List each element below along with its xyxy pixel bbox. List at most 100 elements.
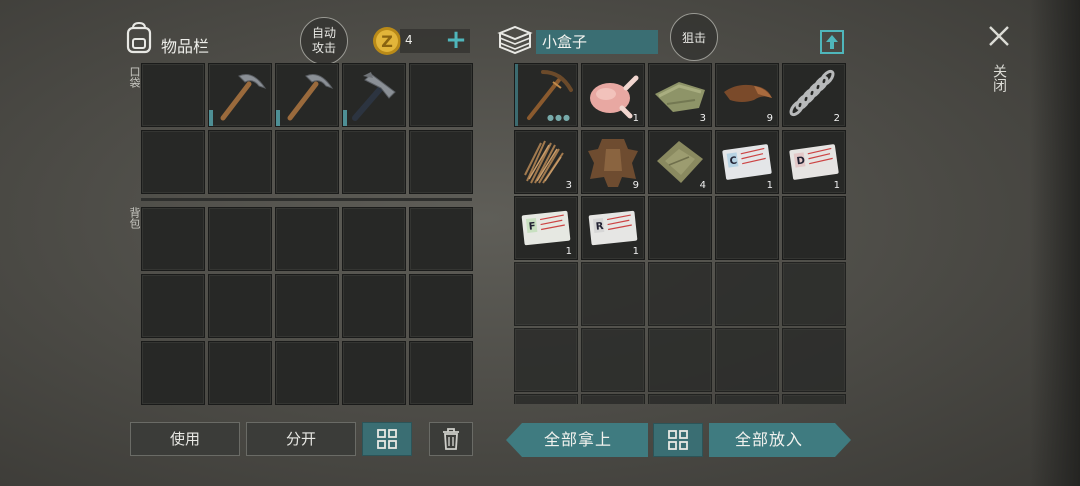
pocket-slot[interactable] (141, 63, 205, 127)
backpack-slot[interactable] (208, 207, 272, 271)
container-name: 小盒子 (536, 30, 658, 54)
container-slot[interactable] (715, 394, 779, 404)
container-slot[interactable] (782, 394, 846, 404)
backpack-slot[interactable] (409, 207, 473, 271)
section-divider (141, 198, 472, 201)
pocket-slot[interactable] (141, 130, 205, 194)
pocket-slot[interactable] (208, 63, 272, 127)
container-slot[interactable] (782, 328, 846, 392)
container-slot[interactable]: 3 (648, 63, 712, 127)
backpack-slot[interactable] (275, 341, 339, 405)
container-slot[interactable] (715, 196, 779, 260)
close-label[interactable]: 关闭 (989, 64, 1009, 92)
item-count: 1 (632, 113, 639, 124)
backpack-slot[interactable] (208, 341, 272, 405)
put-all-label: 全部放入 (735, 430, 804, 449)
pickaxe-icon (287, 74, 334, 121)
trash-button[interactable] (429, 422, 473, 456)
backpack-slot[interactable] (342, 341, 406, 405)
pocket-slot[interactable] (409, 130, 473, 194)
pocket-slot[interactable] (275, 63, 339, 127)
snipe-button[interactable]: 狙击 (670, 13, 718, 61)
container-slot[interactable] (715, 262, 779, 326)
pocket-label: 口袋 (128, 66, 141, 88)
grid-icon (668, 430, 688, 450)
item-count: 3 (565, 180, 572, 191)
pocket-slot[interactable] (409, 63, 473, 127)
container-slot[interactable]: 9 (715, 63, 779, 127)
container-slot[interactable] (782, 196, 846, 260)
item-count: 1 (565, 246, 572, 257)
item-count: 1 (833, 180, 840, 191)
auto-attack-label: 自动 攻击 (311, 26, 336, 55)
hammer-icon (352, 72, 396, 121)
container-slot[interactable] (715, 328, 779, 392)
container-slot[interactable] (581, 262, 645, 326)
container-slot[interactable] (514, 262, 578, 326)
backpack-slot[interactable] (342, 207, 406, 271)
container-slot[interactable]: 1 (581, 63, 645, 127)
use-button[interactable]: 使用 (130, 422, 240, 456)
grid-icon (377, 429, 397, 449)
backpack-slot[interactable] (275, 207, 339, 271)
item-count: 4 (699, 180, 706, 191)
add-coins-button[interactable]: + (445, 26, 467, 54)
item-count: 9 (632, 180, 639, 191)
trash-icon (443, 428, 459, 450)
container-slot[interactable]: F 1 (514, 196, 578, 260)
container-slot[interactable] (648, 394, 712, 404)
container-scroll-clip (514, 394, 846, 404)
take-all-button[interactable]: 全部拿上 (506, 423, 648, 457)
backpack-slot[interactable] (141, 207, 205, 271)
sort-button[interactable] (362, 422, 412, 456)
svg-text:F: F (528, 221, 536, 233)
container-slot[interactable] (581, 328, 645, 392)
backpack-slot[interactable] (275, 274, 339, 338)
pocket-slot[interactable] (208, 130, 272, 194)
backpack-slot[interactable] (141, 274, 205, 338)
container-slot[interactable]: 9 (581, 130, 645, 194)
container-slot[interactable]: 2 (782, 63, 846, 127)
container-slot[interactable] (648, 328, 712, 392)
pocket-slot[interactable] (275, 130, 339, 194)
container-slot[interactable] (648, 262, 712, 326)
backpack-slot[interactable] (409, 341, 473, 405)
container-slot[interactable]: C 1 (715, 130, 779, 194)
backpack-slot[interactable] (208, 274, 272, 338)
svg-text:C: C (729, 155, 738, 167)
item-count: 1 (632, 246, 639, 257)
container-slot[interactable]: ●●● (514, 63, 578, 127)
upload-icon[interactable] (818, 28, 846, 56)
item-count: 1 (766, 180, 773, 191)
put-all-button[interactable]: 全部放入 (709, 423, 851, 457)
backpack-label: 背包 (128, 207, 141, 229)
backpack-slot[interactable] (409, 274, 473, 338)
container-slot[interactable]: D 1 (782, 130, 846, 194)
container-slot[interactable]: R 1 (581, 196, 645, 260)
split-button[interactable]: 分开 (246, 422, 356, 456)
item-count: 2 (833, 113, 840, 124)
container-slot[interactable]: 3 (514, 130, 578, 194)
snipe-label: 狙击 (681, 30, 706, 45)
inventory-title: 物品栏 (161, 37, 210, 56)
pocket-slot[interactable] (342, 63, 406, 127)
container-slot[interactable] (782, 262, 846, 326)
container-sort-button[interactable] (653, 423, 703, 457)
container-slot[interactable] (581, 394, 645, 404)
take-all-label: 全部拿上 (544, 430, 613, 449)
container-slot[interactable] (514, 394, 578, 404)
container-slot[interactable] (514, 328, 578, 392)
box-icon (497, 24, 533, 56)
svg-text:R: R (595, 221, 604, 233)
durability-dots: ●●● (547, 113, 571, 122)
auto-attack-button[interactable]: 自动 攻击 (300, 17, 348, 65)
close-icon[interactable] (987, 24, 1011, 48)
pocket-slot[interactable] (342, 130, 406, 194)
container-slot[interactable] (648, 196, 712, 260)
backpack-slot[interactable] (342, 274, 406, 338)
coin-icon: Z (372, 26, 402, 56)
item-count: 9 (766, 113, 773, 124)
item-count: 3 (699, 113, 706, 124)
backpack-slot[interactable] (141, 341, 205, 405)
container-slot[interactable]: 4 (648, 130, 712, 194)
